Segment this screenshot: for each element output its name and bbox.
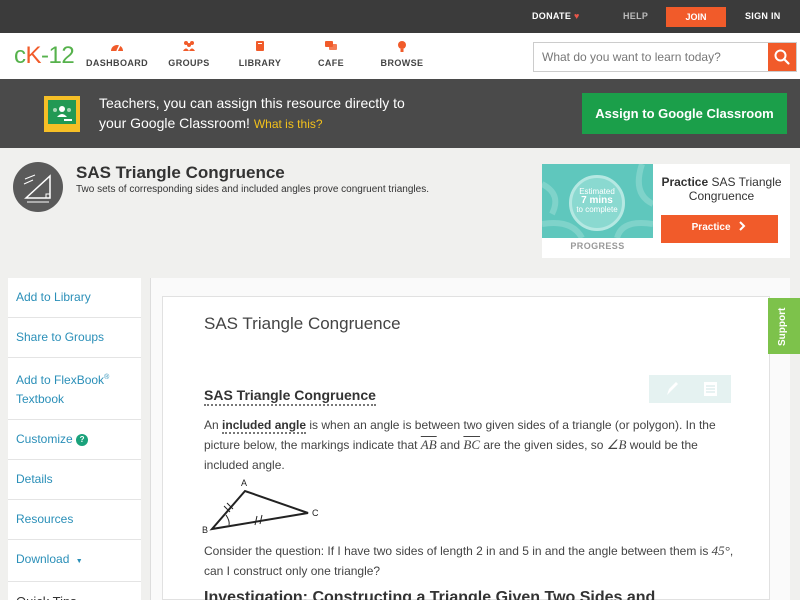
ck12-logo[interactable]: cK-12 (14, 42, 75, 70)
angle-b: ∠B (606, 437, 627, 452)
classroom-message: Teachers, you can assign this resource d… (99, 93, 479, 134)
nav-groups-label: GROUPS (168, 58, 210, 68)
sidebar-quick-tips: Quick Tips (8, 582, 141, 600)
concept-title: SAS Triangle Congruence (76, 163, 285, 182)
practice-button-label: Practice (691, 222, 731, 233)
practice-card: Estimated 7 mins to complete PROGRESS Pr… (542, 164, 790, 258)
included-angle-term[interactable]: included angle (222, 418, 307, 434)
question-paragraph: Consider the question: If I have two sid… (204, 541, 739, 581)
nav-bar: cK-12 DASHBOARD GROUPS LIBRARY CAFE BROW… (0, 33, 800, 79)
sidebar-item-add-to-flexbook[interactable]: Add to FlexBook® Textbook (8, 358, 141, 420)
nav-dashboard-label: DASHBOARD (85, 58, 149, 68)
heart-icon: ♥ (573, 11, 580, 21)
pencil-icon[interactable] (667, 382, 678, 395)
dashboard-icon (111, 44, 123, 52)
nav-browse[interactable]: BROWSE (367, 40, 437, 68)
flexbook-label: Add to FlexBook (16, 373, 105, 387)
practice-title: Practice SAS Triangle Congruence (653, 175, 790, 203)
logo-12: -12 (41, 42, 75, 69)
vertex-label-c: C (312, 508, 319, 518)
help-link[interactable]: HELP (623, 11, 648, 21)
sidebar-item-customize[interactable]: Customize ? (8, 420, 141, 460)
nav-browse-label: BROWSE (380, 58, 424, 68)
main-content: SAS Triangle Congruence SAS Triangle Con… (150, 278, 790, 600)
triangle-abc-diagram: A B C (202, 478, 319, 535)
sidebar-item-download[interactable]: Download ▼ (8, 540, 141, 582)
nav-library-label: LIBRARY (238, 58, 282, 68)
progress-label: PROGRESS (570, 241, 625, 251)
geometry-concept-icon (13, 162, 63, 212)
sidebar-item-add-to-library[interactable]: Add to Library (8, 278, 141, 318)
included-angle-paragraph: An included angle is when an angle is be… (204, 415, 739, 475)
p1-text-and: and (440, 438, 461, 452)
download-label: Download (16, 552, 70, 566)
vertex-label-a: A (241, 478, 247, 488)
estimated-minutes: 7 mins (581, 195, 613, 206)
google-classroom-banner: Teachers, you can assign this resource d… (0, 79, 800, 148)
help-icon[interactable]: ? (76, 434, 89, 446)
to-complete-label: to complete (576, 205, 618, 214)
flexbook-label-line2: Textbook (16, 392, 65, 406)
caret-down-icon: ▼ (75, 558, 83, 565)
nav-cafe-label: CAFE (317, 58, 345, 68)
cafe-icon (325, 41, 337, 50)
concept-subtitle: Two sets of corresponding sides and incl… (76, 184, 429, 195)
p1-text-a: An (204, 418, 219, 432)
search-input[interactable] (534, 43, 770, 71)
support-tab[interactable]: Support (768, 298, 800, 354)
investigation-heading: Investigation: Constructing a Triangle G… (204, 589, 656, 600)
library-icon (256, 41, 264, 51)
article-card: SAS Triangle Congruence SAS Triangle Con… (162, 296, 770, 600)
sidebar-item-share-to-groups[interactable]: Share to Groups (8, 318, 141, 358)
registered-mark: ® (104, 374, 110, 381)
groups-icon (183, 41, 195, 51)
support-label: Support (777, 307, 788, 346)
note-icon[interactable] (704, 382, 717, 396)
join-button[interactable]: JOIN (666, 7, 726, 27)
practice-title-bold: Practice (661, 175, 709, 189)
chevron-right-icon (739, 221, 746, 231)
logo-k: K (25, 42, 42, 69)
donate-link[interactable]: DONATE ♥ (532, 11, 580, 21)
section-heading: SAS Triangle Congruence (204, 387, 376, 406)
segment-ab: AB (420, 437, 437, 452)
sign-in-link[interactable]: SIGN IN (745, 11, 781, 21)
p2-text-a: Consider the question: If I have two sid… (204, 544, 709, 558)
nav-cafe[interactable]: CAFE (296, 40, 366, 68)
segment-bc: BC (463, 437, 481, 452)
annotation-toolbar (649, 375, 731, 403)
logo-c: c (14, 42, 26, 69)
nav-dashboard[interactable]: DASHBOARD (82, 40, 152, 68)
search-box (533, 42, 797, 72)
vertex-label-b: B (202, 525, 208, 535)
browse-icon (398, 41, 406, 52)
top-bar: DONATE ♥ HELP JOIN SIGN IN (0, 0, 800, 33)
google-classroom-icon (44, 96, 80, 132)
practice-button[interactable]: Practice (661, 215, 778, 243)
what-is-this-link[interactable]: What is this? (254, 117, 323, 131)
assign-google-classroom-button[interactable]: Assign to Google Classroom (582, 93, 787, 134)
nav-library[interactable]: LIBRARY (225, 40, 295, 68)
sidebar: Add to Library Share to Groups Add to Fl… (8, 278, 141, 600)
progress-widget: Estimated 7 mins to complete PROGRESS (542, 164, 653, 258)
donate-label: DONATE (532, 11, 572, 21)
p1-text-c: are the given sides, so (483, 438, 604, 452)
classroom-message-line1: Teachers, you can assign this resource d… (99, 95, 405, 111)
sidebar-item-details[interactable]: Details (8, 460, 141, 500)
estimated-time-badge: Estimated 7 mins to complete (569, 175, 625, 231)
customize-label: Customize (16, 432, 73, 446)
search-icon (774, 49, 790, 65)
search-button[interactable] (768, 43, 796, 71)
article-title: SAS Triangle Congruence (204, 314, 401, 333)
angle-45-degrees: 45° (711, 543, 730, 558)
concept-header: SAS Triangle Congruence Two sets of corr… (0, 148, 800, 260)
sidebar-item-resources[interactable]: Resources (8, 500, 141, 540)
nav-groups[interactable]: GROUPS (154, 40, 224, 68)
classroom-message-line2: your Google Classroom! (99, 115, 250, 131)
